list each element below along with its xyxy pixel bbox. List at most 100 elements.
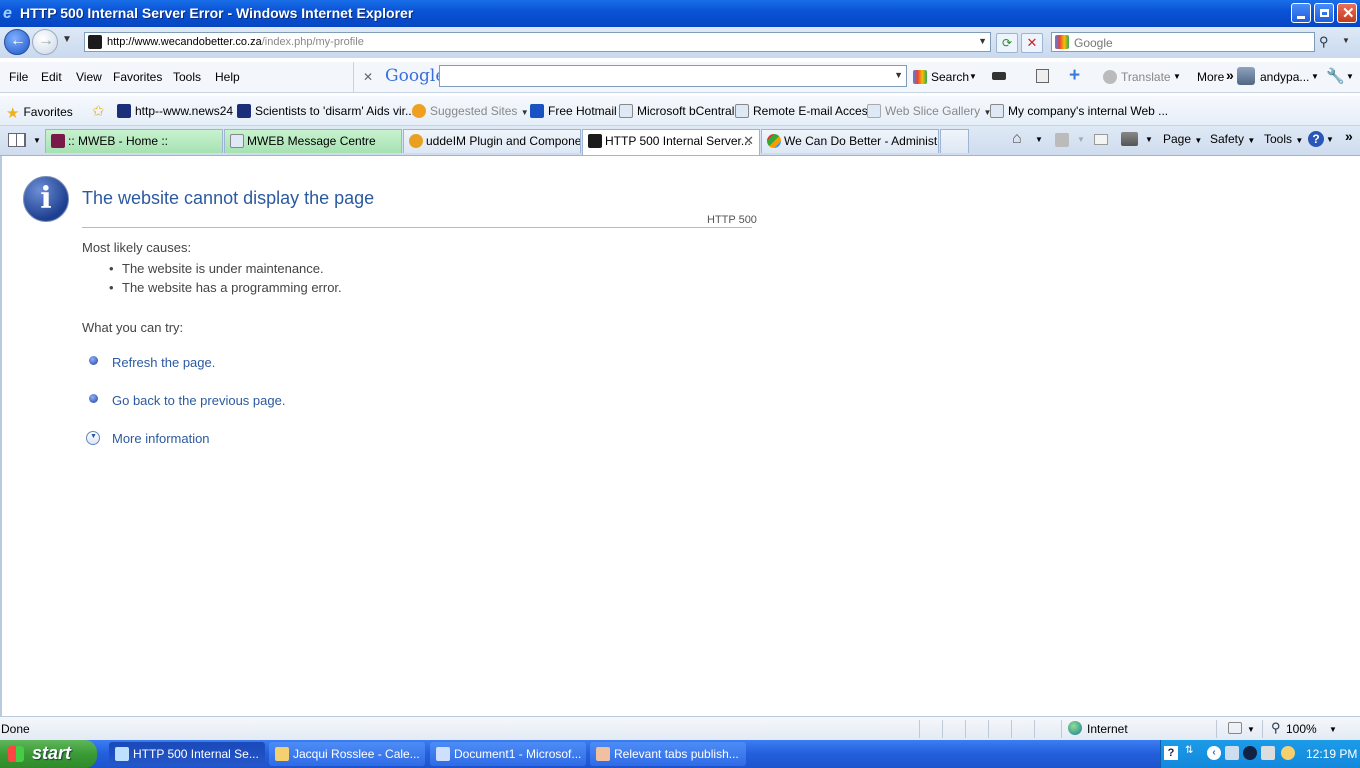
google-toolbar-close-icon[interactable]: ✕ — [363, 70, 373, 84]
favorite-suggested-sites[interactable]: Suggested Sites ▼ — [412, 104, 529, 118]
start-button[interactable]: start — [0, 740, 97, 768]
favorite-bcentral[interactable]: Microsoft bCentral — [619, 104, 734, 118]
google-logo: Google — [385, 66, 446, 86]
taskbar-item-word[interactable]: Document1 - Microsof... — [430, 742, 586, 766]
wrench-icon[interactable]: 🔧 — [1326, 67, 1345, 85]
google-search-button[interactable]: Search — [931, 70, 969, 84]
safety-menu-button[interactable]: Safety ▼ — [1210, 132, 1255, 146]
favorite-news24[interactable]: http--www.news24 — [117, 104, 233, 118]
mail-icon[interactable] — [1094, 134, 1108, 145]
add-icon[interactable]: + — [1069, 65, 1080, 87]
taskbar-item-ie[interactable]: HTTP 500 Internal Se... — [109, 742, 265, 766]
protected-mode-icon[interactable] — [1228, 722, 1242, 734]
close-button[interactable]: ✕ — [1337, 3, 1357, 23]
search-box[interactable]: Google — [1051, 32, 1315, 52]
status-divider — [942, 720, 943, 738]
favorite-remote-email[interactable]: Remote E-mail Access — [735, 104, 874, 118]
tray-app-icon[interactable] — [1225, 746, 1239, 760]
try-title: What you can try: — [82, 320, 184, 335]
chevron-down-icon: ▼ — [1295, 136, 1304, 145]
forward-button[interactable]: → — [32, 29, 58, 55]
tools-menu-button[interactable]: Tools ▼ — [1264, 132, 1303, 146]
chevron-down-icon[interactable]: ▼ — [1329, 725, 1337, 734]
tray-app-icon[interactable] — [1243, 746, 1257, 760]
menu-tools[interactable]: Tools — [173, 70, 201, 84]
tab-bar: ▼ :: MWEB - Home :: MWEB Message Centre … — [0, 126, 1360, 156]
chevron-down-icon[interactable]: ▼ — [1035, 135, 1043, 144]
menu-view[interactable]: View — [76, 70, 102, 84]
zoom-icon: ⚲ — [1271, 720, 1281, 735]
tab-uddeim-plugin[interactable]: uddeIM Plugin and Compone... — [403, 129, 581, 153]
translate-icon[interactable] — [1103, 70, 1117, 84]
address-bar[interactable]: http://www.wecandobetter.co.za/index.php… — [84, 32, 991, 52]
chevron-down-icon[interactable]: ▼ — [1311, 72, 1319, 81]
tab-mweb-home[interactable]: :: MWEB - Home :: — [45, 129, 223, 153]
rss-feed-icon[interactable] — [1055, 133, 1069, 147]
taskbar: start HTTP 500 Internal Se... Jacqui Ros… — [0, 740, 1360, 768]
chevron-down-icon[interactable]: ▼ — [969, 72, 977, 81]
chevron-down-icon[interactable]: ▼ — [978, 36, 987, 46]
menu-edit[interactable]: Edit — [41, 70, 62, 84]
google-search-input[interactable]: ▼ — [439, 65, 907, 87]
user-account-button[interactable]: andypa... — [1260, 70, 1309, 84]
print-icon[interactable] — [1121, 132, 1138, 146]
favorite-web-slice-gallery[interactable]: Web Slice Gallery ▼ — [867, 104, 991, 118]
chevron-down-icon[interactable]: ▼ — [1145, 135, 1153, 144]
favorite-scientists[interactable]: Scientists to 'disarm' Aids vir... — [237, 104, 415, 118]
word-icon — [436, 747, 450, 761]
msn-icon — [530, 104, 544, 118]
favorite-free-hotmail[interactable]: Free Hotmail — [530, 104, 617, 118]
tab-we-can-do-better[interactable]: We Can Do Better - Administ... — [761, 129, 939, 153]
star-icon: ★ — [6, 105, 20, 122]
user-avatar[interactable] — [1237, 67, 1255, 85]
taskbar-item-relevant-tabs[interactable]: Relevant tabs publish... — [590, 742, 746, 766]
home-icon[interactable]: ⌂ — [1012, 130, 1022, 148]
network-tray-icon[interactable]: ⇅ — [1185, 745, 1193, 756]
help-tray-icon[interactable]: ? — [1164, 746, 1178, 760]
chevron-down-icon[interactable]: ▼ — [1346, 72, 1354, 81]
zoom-level[interactable]: 100% — [1286, 722, 1317, 736]
suggested-sites-icon — [412, 104, 426, 118]
close-tab-icon[interactable]: ✕ — [743, 130, 754, 152]
chevron-down-icon[interactable]: ▼ — [1173, 72, 1181, 81]
chevron-down-icon[interactable]: ▼ — [1077, 135, 1085, 144]
page-menu-button[interactable]: Page ▼ — [1163, 132, 1202, 146]
favorites-button[interactable]: ★ Favorites — [6, 104, 73, 122]
ie-page-icon — [619, 104, 633, 118]
tray-app-icon[interactable] — [1281, 746, 1295, 760]
double-chevron-right-icon[interactable]: » — [1345, 128, 1353, 144]
error-page: i The website cannot display the page HT… — [0, 156, 1360, 716]
new-tab-button[interactable] — [940, 129, 969, 153]
taskbar-item-calendar[interactable]: Jacqui Rosslee - Cale... — [269, 742, 425, 766]
minimize-button[interactable] — [1291, 3, 1311, 23]
quick-tabs-icon[interactable] — [8, 133, 26, 147]
chevron-down-icon[interactable]: ▼ — [33, 136, 41, 145]
chevron-down-icon[interactable]: ▼ — [1247, 725, 1255, 734]
chevron-down-icon[interactable]: ▼ — [894, 70, 903, 80]
restore-button[interactable] — [1314, 3, 1334, 23]
chevron-down-icon[interactable]: ▼ — [1342, 36, 1350, 45]
chevron-down-icon[interactable]: ▼ — [1326, 135, 1334, 144]
more-button[interactable]: More — [1197, 70, 1224, 84]
menu-help[interactable]: Help — [215, 70, 240, 84]
double-chevron-right-icon[interactable]: » — [1226, 67, 1234, 83]
tab-http-500[interactable]: HTTP 500 Internal Server... ✕ — [582, 129, 760, 155]
tab-mweb-message-centre[interactable]: MWEB Message Centre — [224, 129, 402, 153]
compatibility-refresh-icon[interactable]: ⟳ — [996, 33, 1018, 53]
search-icon[interactable]: ⚲ — [1319, 34, 1329, 50]
stop-icon[interactable]: ✕ — [1021, 33, 1043, 53]
arrow-right-icon: → — [38, 32, 54, 49]
chevron-left-icon[interactable]: ‹ — [1207, 746, 1221, 760]
page-tools-icon[interactable] — [1036, 69, 1049, 83]
menu-favorites[interactable]: Favorites — [113, 70, 162, 84]
back-button[interactable]: ← — [4, 29, 30, 55]
help-icon[interactable]: ? — [1308, 131, 1324, 147]
favorite-company-web[interactable]: My company's internal Web ... — [990, 104, 1168, 118]
rss-toolbar-icon[interactable] — [992, 72, 1006, 80]
chevron-down-icon[interactable]: ▼ — [62, 34, 72, 45]
add-favorite-icon[interactable]: ✩ — [92, 102, 105, 120]
menu-file[interactable]: File — [9, 70, 28, 84]
tray-app-icon[interactable] — [1261, 746, 1275, 760]
status-divider — [1011, 720, 1012, 738]
translate-button[interactable]: Translate — [1121, 70, 1171, 84]
